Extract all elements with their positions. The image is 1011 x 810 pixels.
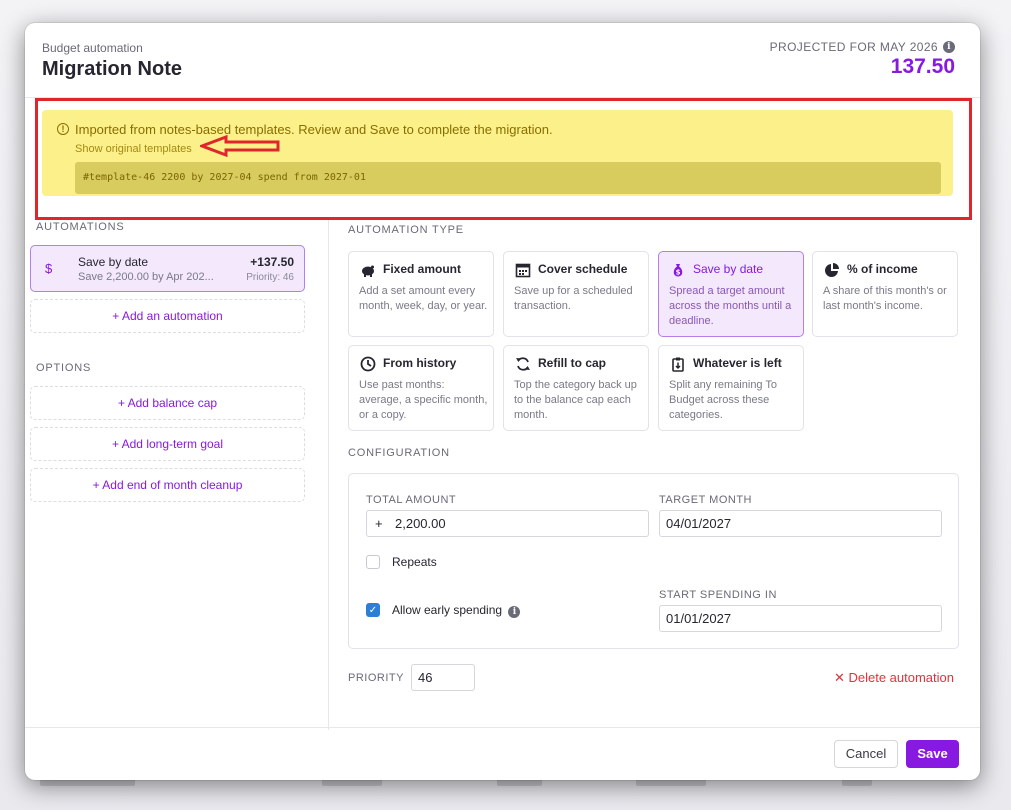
automation-priority: Priority: 46 [246, 272, 294, 283]
automation-modal: Budget automation Migration Note PROJECT… [25, 23, 980, 780]
type-card-desc: Spread a target amount across the months… [669, 285, 792, 327]
type-card-percent-of-income[interactable]: % of income A share of this month's or l… [812, 251, 958, 337]
add-balance-cap-button[interactable]: + Add balance cap [30, 386, 305, 420]
priority-input[interactable]: 46 [411, 664, 475, 691]
svg-text:$: $ [676, 269, 681, 277]
piggy-bank-icon [360, 262, 376, 278]
plus-icon: + [375, 516, 383, 531]
automations-label: AUTOMATIONS [36, 221, 125, 233]
type-card-name: Whatever is left [693, 356, 782, 370]
type-card-desc: Top the category back up to the balance … [514, 379, 637, 421]
total-amount-input[interactable]: + 2,200.00 [366, 510, 649, 537]
type-card-name: % of income [847, 262, 918, 276]
allow-early-spending-checkbox[interactable]: ✓ [366, 603, 380, 617]
add-long-term-goal-button[interactable]: + Add long-term goal [30, 427, 305, 461]
type-card-refill-to-cap[interactable]: Refill to cap Top the category back up t… [503, 345, 649, 431]
options-label: OPTIONS [36, 362, 92, 374]
cancel-button[interactable]: Cancel [834, 740, 898, 768]
allow-early-spending-label: Allow early spending i [392, 603, 521, 618]
repeats-label: Repeats [392, 555, 437, 569]
type-card-fixed-amount[interactable]: Fixed amount Add a set amount every mont… [348, 251, 494, 337]
type-card-whatever-is-left[interactable]: Whatever is left Split any remaining To … [658, 345, 804, 431]
info-icon[interactable]: i [508, 606, 521, 618]
warning-icon: ! [57, 123, 69, 135]
projected-label-text: PROJECTED FOR MAY 2026 [769, 40, 938, 54]
type-card-desc: Save up for a scheduled transaction. [514, 285, 633, 312]
modal-eyebrow: Budget automation [42, 41, 143, 55]
type-card-name: Fixed amount [383, 262, 462, 276]
pie-chart-icon [824, 262, 840, 278]
money-bag-icon: $ [670, 262, 686, 278]
type-card-desc: A share of this month's or last month's … [823, 285, 947, 312]
refresh-icon [515, 356, 531, 372]
type-card-desc: Use past months: average, a specific mon… [359, 379, 488, 421]
money-bag-icon: $ [45, 261, 53, 276]
automation-name: Save by date [78, 255, 149, 269]
modal-title: Migration Note [42, 58, 182, 80]
calendar-icon [515, 262, 531, 278]
type-card-cover-schedule[interactable]: Cover schedule Save up for a scheduled t… [503, 251, 649, 337]
target-month-label: TARGET MONTH [659, 494, 752, 506]
migration-banner: ! Imported from notes-based templates. R… [42, 110, 953, 196]
configuration-label: CONFIGURATION [348, 447, 450, 459]
close-icon: ✕ [833, 670, 845, 685]
total-amount-value: 2,200.00 [395, 516, 446, 531]
info-icon[interactable]: i [943, 41, 955, 53]
template-code: #template-46 2200 by 2027-04 spend from … [75, 162, 941, 194]
header-divider [25, 97, 980, 98]
type-card-desc: Split any remaining To Budget across the… [669, 379, 778, 421]
start-spending-input[interactable]: 01/01/2027 [659, 605, 942, 632]
automation-summary: Save 2,200.00 by Apr 202... [78, 271, 214, 283]
delete-automation-button[interactable]: ✕ Delete automation [834, 670, 954, 686]
type-card-name: Refill to cap [538, 356, 607, 370]
type-card-name: From history [383, 356, 457, 370]
type-card-name: Save by date [693, 262, 764, 276]
automation-item[interactable]: $ Save by date Save 2,200.00 by Apr 202.… [30, 245, 305, 292]
add-end-of-month-cleanup-button[interactable]: + Add end of month cleanup [30, 468, 305, 502]
repeats-checkbox[interactable] [366, 555, 380, 569]
save-button[interactable]: Save [906, 740, 959, 768]
type-card-name: Cover schedule [538, 262, 628, 276]
projected-amount: 137.50 [890, 55, 955, 78]
type-card-save-by-date[interactable]: $ Save by date Spread a target amount ac… [658, 251, 804, 337]
show-original-templates-link[interactable]: Show original templates [75, 143, 192, 155]
delete-automation-label: Delete automation [848, 670, 954, 685]
projected-label: PROJECTED FOR MAY 2026 i [770, 40, 955, 54]
type-card-from-history[interactable]: From history Use past months: average, a… [348, 345, 494, 431]
clipboard-icon [670, 356, 686, 372]
allow-early-spending-text: Allow early spending [392, 603, 503, 617]
total-amount-label: TOTAL AMOUNT [366, 494, 457, 506]
automation-type-label: AUTOMATION TYPE [348, 224, 464, 236]
start-spending-label: START SPENDING IN [659, 589, 777, 601]
footer-divider [25, 727, 980, 728]
automation-amount: +137.50 [250, 255, 294, 269]
type-card-desc: Add a set amount every month, week, day,… [359, 285, 488, 312]
clock-icon [360, 356, 376, 372]
priority-label: PRIORITY [348, 672, 404, 684]
banner-message: Imported from notes-based templates. Rev… [75, 122, 553, 137]
target-month-input[interactable]: 04/01/2027 [659, 510, 942, 537]
add-automation-button[interactable]: + Add an automation [30, 299, 305, 333]
